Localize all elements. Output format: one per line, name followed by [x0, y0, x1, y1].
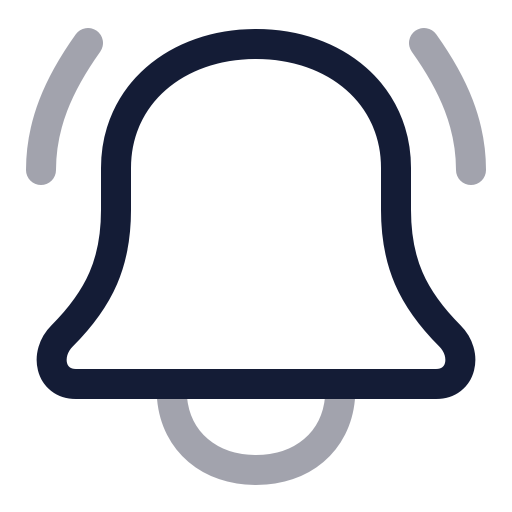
ring-wave-left-icon: [26, 28, 103, 185]
bell-ringing-icon: [26, 28, 486, 485]
bell-body-icon: [36, 29, 476, 399]
ring-wave-right-icon: [409, 28, 486, 185]
bell-clapper-icon: [157, 383, 355, 485]
icon-canvas: [0, 0, 512, 512]
